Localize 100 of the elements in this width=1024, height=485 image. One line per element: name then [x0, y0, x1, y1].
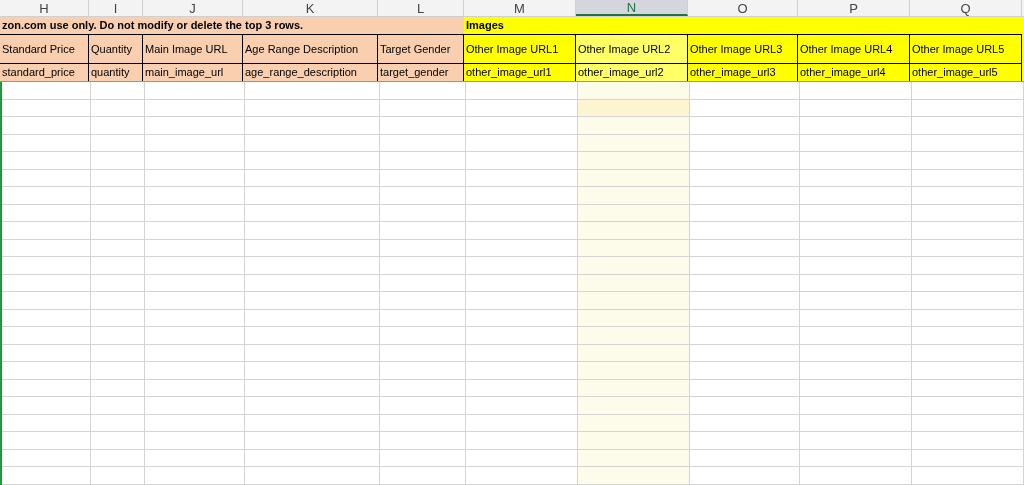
selected-column-cell[interactable] — [578, 432, 690, 450]
empty-cell[interactable] — [380, 344, 466, 362]
empty-cell[interactable] — [800, 222, 912, 240]
empty-cell[interactable] — [380, 204, 466, 222]
empty-cell[interactable] — [145, 134, 245, 152]
empty-cell[interactable] — [800, 204, 912, 222]
empty-cell[interactable] — [800, 327, 912, 345]
empty-cell[interactable] — [380, 187, 466, 205]
empty-cell[interactable] — [800, 274, 912, 292]
empty-cell[interactable] — [145, 449, 245, 467]
empty-cell[interactable] — [912, 414, 1024, 432]
empty-cell[interactable] — [380, 327, 466, 345]
empty-cell[interactable] — [2, 362, 91, 380]
empty-cell[interactable] — [912, 432, 1024, 450]
selected-column-cell[interactable] — [578, 187, 690, 205]
empty-cell[interactable] — [912, 152, 1024, 170]
empty-cell[interactable] — [800, 432, 912, 450]
empty-cell[interactable] — [380, 397, 466, 415]
empty-cell[interactable] — [912, 327, 1024, 345]
empty-cell[interactable] — [91, 309, 145, 327]
selected-column-cell[interactable] — [578, 327, 690, 345]
empty-cell[interactable] — [800, 414, 912, 432]
empty-cell[interactable] — [380, 117, 466, 135]
empty-cell[interactable] — [2, 134, 91, 152]
empty-cell[interactable] — [912, 169, 1024, 187]
empty-cell[interactable] — [912, 204, 1024, 222]
empty-cell[interactable] — [2, 309, 91, 327]
empty-cell[interactable] — [912, 222, 1024, 240]
empty-cell[interactable] — [245, 327, 380, 345]
empty-cell[interactable] — [245, 414, 380, 432]
empty-cell[interactable] — [380, 274, 466, 292]
empty-cell[interactable] — [800, 344, 912, 362]
empty-cell[interactable] — [145, 292, 245, 310]
empty-cell[interactable] — [145, 432, 245, 450]
empty-cell[interactable] — [2, 467, 91, 485]
empty-cell[interactable] — [800, 239, 912, 257]
empty-cell[interactable] — [91, 239, 145, 257]
empty-cell[interactable] — [245, 204, 380, 222]
selected-column-cell[interactable] — [578, 292, 690, 310]
column-header[interactable]: K — [243, 0, 378, 16]
empty-cell[interactable] — [912, 362, 1024, 380]
empty-cell[interactable] — [800, 379, 912, 397]
empty-cell[interactable] — [2, 414, 91, 432]
empty-cell[interactable] — [245, 169, 380, 187]
empty-cell[interactable] — [800, 449, 912, 467]
empty-cell[interactable] — [91, 99, 145, 117]
column-header[interactable]: J — [143, 0, 243, 16]
empty-cell[interactable] — [245, 397, 380, 415]
empty-cell[interactable] — [91, 117, 145, 135]
selected-column-cell[interactable] — [578, 257, 690, 275]
empty-cell[interactable] — [800, 152, 912, 170]
column-header[interactable]: N — [576, 0, 688, 16]
empty-cell[interactable] — [2, 257, 91, 275]
empty-cell[interactable] — [245, 187, 380, 205]
empty-cell[interactable] — [145, 152, 245, 170]
empty-cell[interactable] — [912, 397, 1024, 415]
empty-cell[interactable] — [245, 222, 380, 240]
empty-cell[interactable] — [2, 344, 91, 362]
empty-cell[interactable] — [145, 169, 245, 187]
empty-cell[interactable] — [245, 467, 380, 485]
empty-cell[interactable] — [380, 309, 466, 327]
empty-cell[interactable] — [380, 99, 466, 117]
empty-cell[interactable] — [800, 169, 912, 187]
empty-cell[interactable] — [912, 257, 1024, 275]
empty-cell[interactable] — [912, 449, 1024, 467]
empty-cell[interactable] — [91, 274, 145, 292]
empty-cell[interactable] — [380, 134, 466, 152]
empty-cell[interactable] — [91, 152, 145, 170]
empty-cell[interactable] — [2, 449, 91, 467]
empty-cell[interactable] — [380, 467, 466, 485]
empty-cell[interactable] — [245, 344, 380, 362]
empty-cell[interactable] — [380, 362, 466, 380]
selected-column-cell[interactable] — [578, 152, 690, 170]
empty-cell[interactable] — [91, 449, 145, 467]
empty-cell[interactable] — [145, 309, 245, 327]
empty-cell[interactable] — [800, 82, 912, 100]
empty-cell[interactable] — [245, 257, 380, 275]
empty-cell[interactable] — [91, 432, 145, 450]
column-header[interactable]: H — [0, 0, 89, 16]
empty-cell[interactable] — [800, 309, 912, 327]
empty-cell[interactable] — [91, 222, 145, 240]
empty-cell[interactable] — [912, 117, 1024, 135]
empty-cell[interactable] — [245, 117, 380, 135]
empty-cell[interactable] — [245, 449, 380, 467]
empty-cell[interactable] — [245, 362, 380, 380]
empty-cell[interactable] — [2, 117, 91, 135]
empty-cell[interactable] — [91, 187, 145, 205]
empty-cell[interactable] — [380, 222, 466, 240]
empty-cell[interactable] — [2, 239, 91, 257]
empty-cell[interactable] — [245, 379, 380, 397]
empty-cell[interactable] — [800, 257, 912, 275]
empty-cell[interactable] — [2, 274, 91, 292]
empty-cell[interactable] — [380, 292, 466, 310]
empty-cell[interactable] — [91, 204, 145, 222]
empty-cell[interactable] — [912, 239, 1024, 257]
empty-cell[interactable] — [912, 467, 1024, 485]
selected-column-cell[interactable] — [578, 397, 690, 415]
empty-cell[interactable] — [91, 467, 145, 485]
column-header[interactable]: P — [798, 0, 910, 16]
empty-cell[interactable] — [912, 82, 1024, 100]
